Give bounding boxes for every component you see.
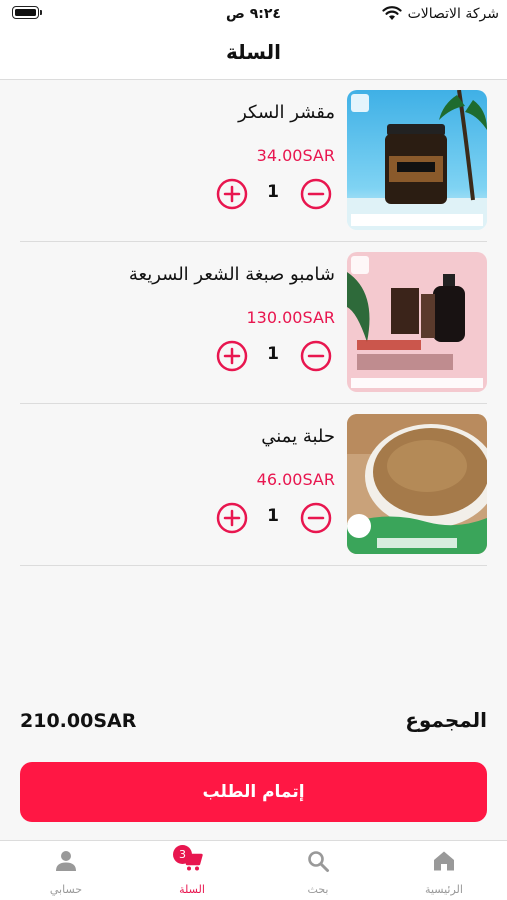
decrease-quantity-button[interactable]: [300, 502, 332, 534]
product-image-fenugreek[interactable]: [347, 414, 487, 554]
increase-quantity-button[interactable]: [216, 502, 248, 534]
tab-bar: الرئيسية بحث 3 السلة حسابي: [0, 840, 507, 900]
carrier-name: شركة الاتصالات: [407, 6, 499, 22]
tab-home-label: الرئيسية: [425, 883, 463, 896]
increase-quantity-button[interactable]: [216, 340, 248, 372]
quantity-value: 1: [267, 344, 279, 364]
tab-search[interactable]: بحث: [255, 841, 381, 900]
minus-circle-icon: [300, 340, 332, 372]
quantity-value: 1: [267, 182, 279, 202]
tab-account[interactable]: حسابي: [3, 841, 129, 900]
checkout-button[interactable]: إتمام الطلب: [20, 762, 487, 822]
plus-circle-icon: [216, 178, 248, 210]
product-price: 46.00SAR: [256, 470, 335, 489]
product-name[interactable]: مقشر السكر: [35, 102, 335, 123]
cart-item: شامبو صبغة الشعر السريعة 130.00SAR 1: [20, 242, 487, 404]
product-name[interactable]: حلبة يمني: [35, 426, 335, 447]
person-icon: [54, 849, 78, 873]
quantity-value: 1: [267, 506, 279, 526]
cart-count-badge: 3: [173, 845, 192, 864]
total-label: المجموع: [405, 708, 487, 732]
home-icon: [432, 849, 456, 873]
product-price: 34.00SAR: [256, 146, 335, 165]
nav-header: السلة: [0, 30, 507, 80]
cart-item: مقشر السكر 34.00SAR 1: [20, 80, 487, 242]
minus-circle-icon: [300, 502, 332, 534]
tab-cart[interactable]: 3 السلة: [129, 841, 255, 900]
search-icon: [306, 849, 330, 873]
total-value: 210.00SAR: [20, 710, 137, 732]
tab-home[interactable]: الرئيسية: [381, 841, 507, 900]
product-image-argan-shampoo[interactable]: [347, 252, 487, 392]
minus-circle-icon: [300, 178, 332, 210]
status-bar: ٩:٢٤ ص شركة الاتصالات: [0, 0, 507, 30]
tab-cart-label: السلة: [179, 883, 205, 896]
wifi-icon: [382, 6, 402, 20]
page-title: السلة: [225, 40, 281, 64]
tab-account-label: حسابي: [49, 883, 83, 896]
increase-quantity-button[interactable]: [216, 178, 248, 210]
decrease-quantity-button[interactable]: [300, 178, 332, 210]
tab-search-label: بحث: [307, 883, 329, 896]
plus-circle-icon: [216, 502, 248, 534]
product-image-sugar-scrub[interactable]: [347, 90, 487, 230]
decrease-quantity-button[interactable]: [300, 340, 332, 372]
product-price: 130.00SAR: [246, 308, 336, 327]
product-name[interactable]: شامبو صبغة الشعر السريعة: [35, 264, 335, 285]
plus-circle-icon: [216, 340, 248, 372]
cart-item: حلبة يمني 46.00SAR 1: [20, 404, 487, 566]
